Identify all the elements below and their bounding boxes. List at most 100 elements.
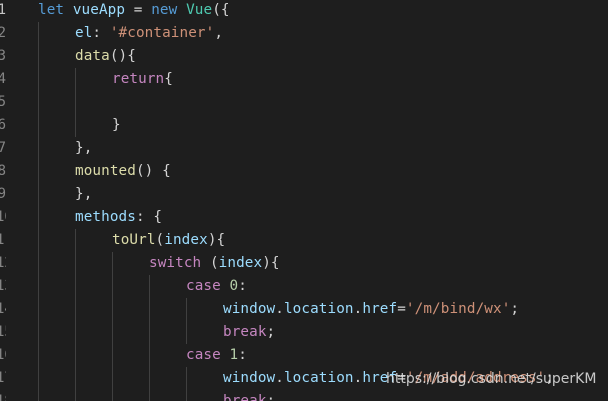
code-line[interactable]: 4 return{ [0, 68, 608, 91]
indent-guide [38, 321, 39, 344]
code-token: href [362, 301, 398, 317]
line-number: 1 [0, 2, 6, 18]
code-text: break; [223, 321, 275, 344]
code-token: window [223, 301, 276, 317]
indent-guide [149, 321, 150, 344]
code-text: case 0: [186, 275, 247, 298]
indent-guide [38, 68, 39, 91]
code-token: 0 [229, 278, 239, 294]
indent-guide [112, 344, 113, 367]
code-text: break; [223, 390, 275, 401]
code-text: }, [75, 183, 92, 206]
code-line[interactable]: 14window.location.href='/m/bind/wx'; [0, 298, 608, 321]
code-line[interactable]: 16 case 1: [0, 344, 608, 367]
code-line[interactable]: 6} [0, 114, 608, 137]
indent-guide [75, 68, 76, 91]
indent-guide [112, 252, 113, 275]
line-number: 18 [0, 393, 6, 401]
code-token: { [164, 71, 173, 87]
code-token: (){ [109, 48, 136, 64]
code-token: case [186, 347, 230, 363]
indent-guide [75, 298, 76, 321]
code-token: } [112, 117, 121, 133]
code-token: '#container' [109, 25, 215, 41]
code-token: ; [510, 301, 520, 317]
code-text: data(){ [75, 45, 136, 68]
code-line[interactable]: 5 [0, 91, 608, 114]
indent-guide [112, 275, 113, 298]
code-token: . [275, 301, 284, 317]
indent-guide [112, 367, 113, 390]
indent-guide [186, 367, 187, 390]
code-token: ({ [212, 2, 230, 18]
indent-guide [186, 321, 187, 344]
code-token: ; [266, 393, 276, 401]
code-line[interactable]: 9}, [0, 183, 608, 206]
indent-guide [75, 321, 76, 344]
indent-guide [149, 367, 150, 390]
indent-guide [38, 91, 39, 114]
code-line[interactable]: 8 mounted() { [0, 160, 608, 183]
line-number: 11 [0, 232, 6, 248]
code-token: = [397, 301, 406, 317]
code-line[interactable]: 10 methods: { [0, 206, 608, 229]
code-line[interactable]: 12 switch (index){ [0, 252, 608, 275]
code-line[interactable]: 13 case 0: [0, 275, 608, 298]
indent-guide [38, 160, 39, 183]
code-token: Vue [186, 2, 213, 18]
code-line[interactable]: 18 break; [0, 390, 608, 401]
code-text: }, [75, 137, 92, 160]
code-token: index [218, 255, 263, 271]
indent-guide [149, 390, 150, 401]
code-text: return{ [112, 68, 173, 91]
code-token: , [214, 25, 224, 41]
code-token: break [223, 324, 267, 340]
code-token: location [283, 301, 354, 317]
indent-guide [112, 298, 113, 321]
line-number: 9 [0, 186, 6, 202]
line-number: 7 [0, 140, 6, 156]
indent-guide [75, 344, 76, 367]
indent-guide [38, 252, 39, 275]
code-token: }, [75, 186, 93, 202]
code-line[interactable]: 7}, [0, 137, 608, 160]
code-token: : [92, 25, 110, 41]
code-line[interactable]: 11 toUrl(index){ [0, 229, 608, 252]
code-token: ( [155, 232, 165, 248]
code-token: ){ [207, 232, 226, 248]
line-number: 8 [0, 163, 6, 179]
code-token: data [75, 48, 110, 64]
indent-guide [149, 275, 150, 298]
code-token: methods [75, 209, 136, 225]
indent-guide [38, 298, 39, 321]
code-token: el [75, 25, 93, 41]
code-token: switch [149, 255, 210, 271]
code-text: switch (index){ [149, 252, 280, 275]
line-number: 15 [0, 324, 6, 340]
code-token: : [238, 347, 247, 363]
indent-guide [112, 321, 113, 344]
indent-guide [75, 275, 76, 298]
indent-guide [75, 229, 76, 252]
code-text: toUrl(index){ [112, 229, 225, 252]
code-token: . [275, 370, 284, 386]
indent-guide [186, 298, 187, 321]
indent-guide [38, 183, 39, 206]
code-text: case 1: [186, 344, 247, 367]
code-token: new [151, 2, 187, 18]
indent-guide [38, 275, 39, 298]
code-line[interactable]: 2 el: '#container', [0, 22, 608, 45]
indent-guide [38, 114, 39, 137]
code-text: methods: { [75, 206, 162, 229]
indent-guide [38, 22, 39, 45]
code-token: case [186, 278, 230, 294]
code-token: ; [266, 324, 276, 340]
code-line[interactable]: 15 break; [0, 321, 608, 344]
code-text: let vueApp = new Vue({ [38, 0, 230, 22]
code-token: vueApp [72, 2, 134, 18]
line-number: 17 [0, 370, 6, 386]
code-editor[interactable]: 1 let vueApp = new Vue({2 el: '#container'… [0, 0, 608, 401]
code-line[interactable]: 1 let vueApp = new Vue({ [0, 0, 608, 22]
code-token: 1 [229, 347, 239, 363]
code-line[interactable]: 3 data(){ [0, 45, 608, 68]
